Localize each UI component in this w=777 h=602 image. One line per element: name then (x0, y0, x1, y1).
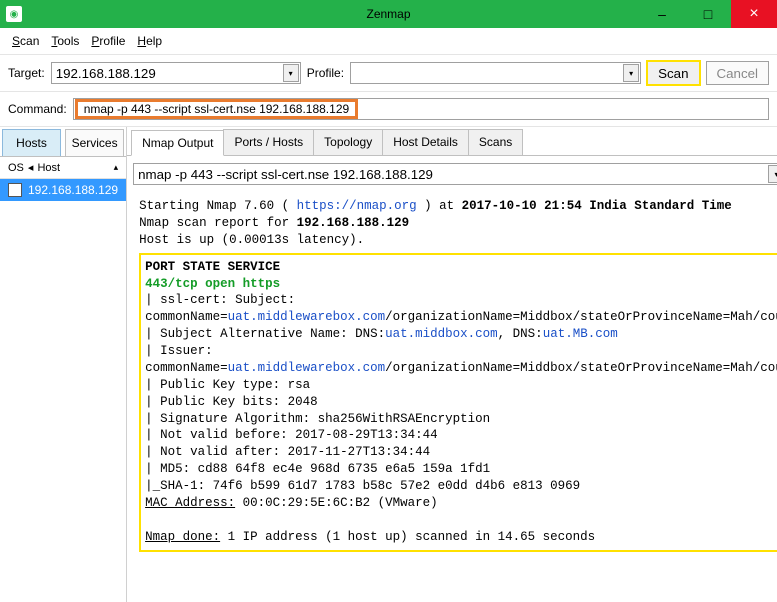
col-col-icon: ◂ (28, 161, 34, 174)
minimize-button[interactable]: – (639, 0, 685, 28)
tab-services[interactable]: Services (65, 129, 124, 156)
tab-nmap-output[interactable]: Nmap Output (131, 130, 224, 156)
menu-tools[interactable]: Tools (47, 32, 83, 50)
output-text: Starting Nmap 7.60 ( (139, 199, 297, 213)
right-panel: Nmap Output Ports / Hosts Topology Host … (127, 127, 777, 602)
os-column-label: OS (8, 162, 24, 174)
output-highlight-box: PORT STATE SERVICE 443/tcp open https | … (139, 253, 777, 552)
nmap-output[interactable]: Starting Nmap 7.60 ( https://nmap.org ) … (133, 192, 777, 596)
tab-host-details[interactable]: Host Details (382, 129, 469, 155)
scan-selector[interactable]: ▾ (133, 163, 777, 185)
command-value: nmap -p 443 --script ssl-cert.nse 192.16… (78, 102, 355, 116)
host-ip: 192.168.188.129 (28, 183, 118, 197)
titlebar: ◉ Zenmap – □ × (0, 0, 777, 28)
host-os-icon (8, 183, 22, 197)
command-row: Command: nmap -p 443 --script ssl-cert.n… (0, 92, 777, 127)
menu-help[interactable]: Help (133, 32, 166, 50)
profile-label: Profile: (307, 66, 344, 80)
nmap-url[interactable]: https://nmap.org (297, 199, 417, 213)
toolbar: Target: ▾ Profile: ▾ Scan Cancel (0, 55, 777, 92)
close-button[interactable]: × (731, 0, 777, 28)
host-list-header[interactable]: OS ◂ Host ▴ (0, 157, 126, 179)
maximize-button[interactable]: □ (685, 0, 731, 28)
host-column-label: Host (37, 162, 60, 174)
chevron-down-icon[interactable]: ▾ (768, 165, 777, 183)
target-label: Target: (8, 66, 45, 80)
profile-input[interactable] (350, 62, 641, 84)
tab-scans[interactable]: Scans (468, 129, 523, 155)
scan-selector-input[interactable] (133, 163, 777, 185)
menubar: Scan Tools Profile Help (0, 28, 777, 55)
tab-ports-hosts[interactable]: Ports / Hosts (223, 129, 314, 155)
chevron-down-icon[interactable]: ▾ (623, 64, 639, 82)
output-tabs: Nmap Output Ports / Hosts Topology Host … (127, 129, 777, 156)
tab-topology[interactable]: Topology (313, 129, 383, 155)
command-label: Command: (8, 102, 67, 116)
target-input[interactable] (51, 62, 301, 84)
target-combo[interactable]: ▾ (51, 62, 301, 84)
profile-combo[interactable]: ▾ (350, 62, 641, 84)
tab-hosts[interactable]: Hosts (2, 129, 61, 156)
command-input[interactable]: nmap -p 443 --script ssl-cert.nse 192.16… (73, 98, 769, 120)
menu-scan[interactable]: Scan (8, 32, 43, 50)
chevron-down-icon[interactable]: ▾ (283, 64, 299, 82)
app-icon: ◉ (6, 6, 22, 22)
scan-button[interactable]: Scan (647, 61, 699, 85)
left-panel: Hosts Services OS ◂ Host ▴ 192.168.188.1… (0, 127, 127, 602)
cancel-button: Cancel (706, 61, 770, 85)
host-list: 192.168.188.129 (0, 179, 126, 602)
window-title: Zenmap (366, 7, 410, 21)
host-item[interactable]: 192.168.188.129 (0, 179, 126, 201)
menu-profile[interactable]: Profile (87, 32, 129, 50)
sort-asc-icon[interactable]: ▴ (114, 162, 119, 173)
scan-selector-bar: ▾ ≡≡ Details (127, 156, 777, 192)
